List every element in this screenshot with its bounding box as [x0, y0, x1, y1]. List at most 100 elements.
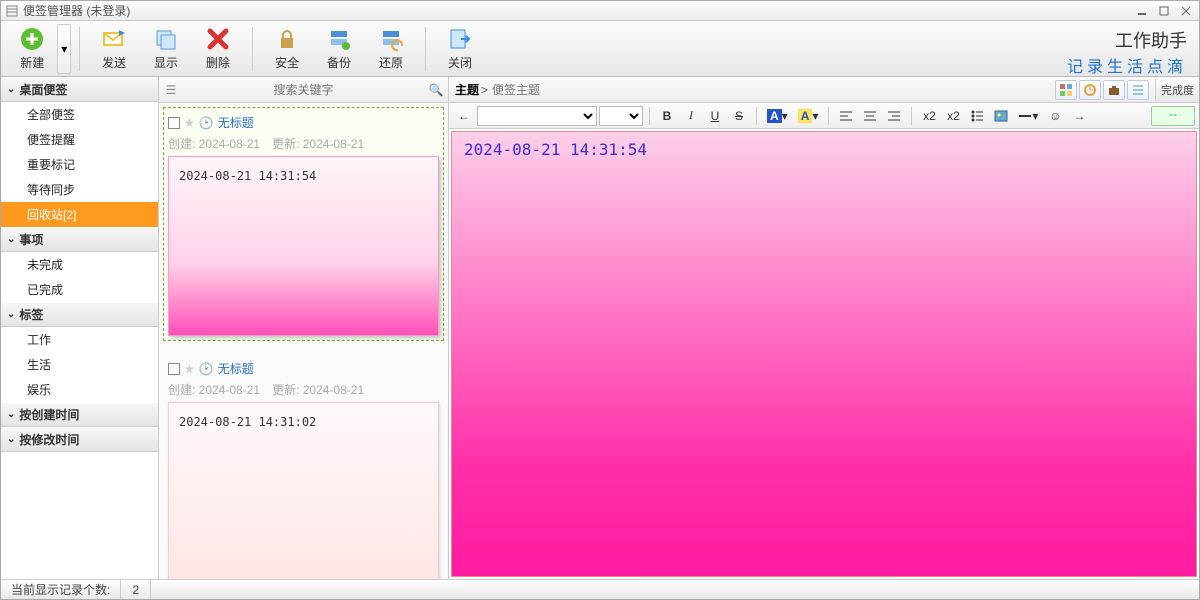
- note-card[interactable]: ★🕑无标题创建: 2024-08-21更新: 2024-08-212024-08…: [163, 107, 444, 341]
- sidebar-item[interactable]: 生活: [1, 352, 158, 377]
- emoji-button[interactable]: ☺: [1044, 106, 1066, 126]
- close-window-button[interactable]: [1177, 4, 1195, 18]
- list-menu-icon[interactable]: ☰: [159, 83, 183, 97]
- delete-button[interactable]: 删除: [194, 24, 242, 74]
- note-body: 2024-08-21 14:31:02: [168, 402, 439, 579]
- restore-button[interactable]: 还原: [367, 24, 415, 74]
- clock-view-icon[interactable]: [1079, 80, 1101, 100]
- status-label: 当前显示记录个数:: [1, 580, 121, 599]
- status-count: 2: [121, 580, 151, 599]
- sidebar-item[interactable]: 全部便签: [1, 102, 158, 127]
- star-icon[interactable]: ★: [184, 362, 195, 376]
- chevron-down-icon: ⌄: [7, 234, 15, 245]
- forward-button[interactable]: →: [1068, 106, 1090, 126]
- underline-button[interactable]: U: [704, 106, 726, 126]
- app-window: 便签管理器 (未登录) 新建 ▾ 发送 显示 删除: [0, 0, 1200, 600]
- bullet-list-button[interactable]: [966, 106, 988, 126]
- size-select[interactable]: [599, 106, 643, 126]
- sidebar-item[interactable]: 回收站[2]: [1, 202, 158, 227]
- security-button[interactable]: 安全: [263, 24, 311, 74]
- grid-view-icon[interactable]: [1055, 80, 1077, 100]
- minimize-button[interactable]: [1133, 4, 1151, 18]
- subscript-button[interactable]: x2: [942, 106, 964, 126]
- send-label: 发送: [102, 54, 126, 71]
- sidebar: ⌄桌面便签全部便签便签提醒重要标记等待同步回收站[2]⌄事项未完成已完成⌄标签工…: [1, 77, 159, 579]
- sidebar-section-标签[interactable]: ⌄标签: [1, 302, 158, 327]
- brand-block: 工作助手 记录生活点滴: [1067, 27, 1187, 77]
- backup-button[interactable]: 备份: [315, 24, 363, 74]
- image-button[interactable]: [990, 106, 1012, 126]
- chevron-down-icon: ⌄: [7, 409, 15, 420]
- toolbar-sep: [252, 27, 253, 71]
- star-icon[interactable]: ★: [184, 116, 195, 130]
- editor-toolbar: ← B I U S A▾ A▾ x2 x2 ▾: [449, 103, 1199, 129]
- topic-sep: >: [481, 83, 488, 97]
- highlight-button[interactable]: A▾: [794, 106, 823, 126]
- search-bar: ☰ 🔍: [159, 77, 448, 103]
- security-label: 安全: [275, 54, 299, 71]
- note-meta: ★ 🕑 无标题: [168, 358, 439, 379]
- backup-icon: [326, 26, 352, 52]
- sidebar-section-按修改时间[interactable]: ⌄按修改时间: [1, 427, 158, 452]
- restore-label: 还原: [379, 54, 403, 71]
- font-color-button[interactable]: A▾: [763, 106, 792, 126]
- delete-icon: [205, 26, 231, 52]
- clock-icon: 🕑: [199, 362, 214, 376]
- align-center-button[interactable]: [859, 106, 881, 126]
- briefcase-icon[interactable]: [1103, 80, 1125, 100]
- topic-label: 主题: [449, 81, 481, 98]
- sidebar-item[interactable]: 工作: [1, 327, 158, 352]
- search-input[interactable]: [183, 83, 424, 97]
- sidebar-item[interactable]: 娱乐: [1, 377, 158, 402]
- checkbox-icon[interactable]: [168, 117, 180, 129]
- sidebar-item[interactable]: 已完成: [1, 277, 158, 302]
- show-icon: [153, 26, 179, 52]
- search-icon[interactable]: 🔍: [424, 83, 448, 97]
- restore-icon: [378, 26, 404, 52]
- chevron-down-icon: ⌄: [7, 84, 15, 95]
- send-button[interactable]: 发送: [90, 24, 138, 74]
- note-list-panel: ☰ 🔍 ★ 🕑 无标题创建: 2024-08-21更新: 2024-08-21202…: [159, 77, 449, 579]
- close-button[interactable]: 关闭: [436, 24, 484, 74]
- sidebar-item[interactable]: 未完成: [1, 252, 158, 277]
- clock-icon: 🕑: [199, 116, 214, 130]
- lock-icon: [274, 26, 300, 52]
- completion-value: --: [1151, 106, 1195, 126]
- close-label: 关闭: [448, 54, 472, 71]
- main-toolbar: 新建 ▾ 发送 显示 删除 安全 备份 还原: [1, 21, 1199, 77]
- font-select[interactable]: [477, 106, 597, 126]
- strike-button[interactable]: S: [728, 106, 750, 126]
- sidebar-section-按创建时间[interactable]: ⌄按创建时间: [1, 402, 158, 427]
- note-title[interactable]: 无标题: [218, 114, 254, 131]
- superscript-button[interactable]: x2: [918, 106, 940, 126]
- sidebar-item[interactable]: 等待同步: [1, 177, 158, 202]
- hr-button[interactable]: ▾: [1014, 106, 1042, 126]
- brand-line1: 工作助手: [1067, 27, 1187, 53]
- bold-button[interactable]: B: [656, 106, 678, 126]
- editor-panel: 主题 > 完成度 ← B I U S: [449, 77, 1199, 579]
- topic-input[interactable]: [488, 83, 1055, 97]
- back-button[interactable]: ←: [453, 106, 475, 126]
- maximize-button[interactable]: [1155, 4, 1173, 18]
- new-dropdown[interactable]: ▾: [57, 24, 71, 74]
- note-list: ★ 🕑 无标题创建: 2024-08-21更新: 2024-08-212024-08…: [159, 103, 448, 579]
- note-meta: ★ 🕑 无标题: [168, 112, 439, 133]
- new-button[interactable]: 新建: [9, 24, 55, 74]
- align-right-button[interactable]: [883, 106, 905, 126]
- note-card[interactable]: ★ 🕑 无标题创建: 2024-08-21更新: 2024-08-212024-08…: [163, 353, 444, 579]
- sidebar-section-事项[interactable]: ⌄事项: [1, 227, 158, 252]
- titlebar: 便签管理器 (未登录): [1, 1, 1199, 21]
- sidebar-item[interactable]: 重要标记: [1, 152, 158, 177]
- show-button[interactable]: 显示: [142, 24, 190, 74]
- list-view-icon[interactable]: [1127, 80, 1149, 100]
- checkbox-icon[interactable]: [168, 363, 180, 375]
- show-label: 显示: [154, 54, 178, 71]
- italic-button[interactable]: I: [680, 106, 702, 126]
- note-dates: 创建: 2024-08-21更新: 2024-08-21: [168, 379, 439, 402]
- align-left-button[interactable]: [835, 106, 857, 126]
- editor-canvas[interactable]: 2024-08-21 14:31:54: [451, 131, 1197, 577]
- sidebar-item[interactable]: 便签提醒: [1, 127, 158, 152]
- sidebar-section-桌面便签[interactable]: ⌄桌面便签: [1, 77, 158, 102]
- chevron-down-icon: ⌄: [7, 434, 15, 445]
- note-title[interactable]: 无标题: [218, 360, 254, 377]
